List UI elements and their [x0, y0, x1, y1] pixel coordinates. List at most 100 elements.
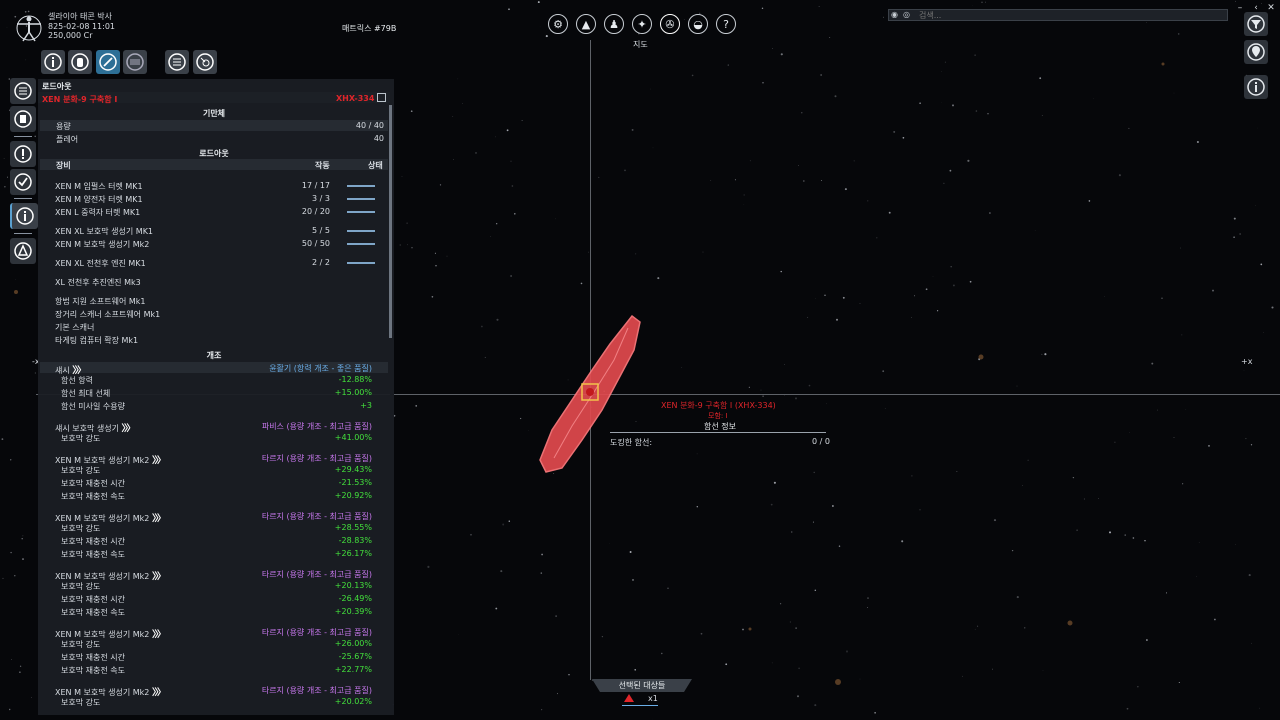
equipment-name: 타게팅 컴퓨터 확장 Mk1	[55, 336, 139, 345]
mod-stat-label: 보호막 강도	[61, 640, 101, 649]
axis-label-right: +x	[1241, 357, 1253, 366]
info-icon	[44, 53, 62, 71]
helmet-icon[interactable]: ◒	[688, 14, 708, 34]
filter-funnel-icon	[1247, 15, 1265, 33]
eye-icon[interactable]: ◉	[891, 10, 898, 19]
panel-scrollbar[interactable]	[389, 105, 392, 338]
row-stripe	[40, 159, 388, 170]
docked-label: 도킹한 함선:	[610, 438, 653, 447]
tab-list[interactable]	[165, 50, 189, 74]
gauge-icon	[196, 53, 214, 71]
mission-check-icon	[14, 173, 32, 191]
equipment-name: XEN XL 전천후 엔진 MK1	[55, 259, 146, 268]
info-button-right[interactable]	[1244, 75, 1268, 99]
mod-stat-label: 보호막 강도	[61, 434, 101, 443]
cargo-icon	[126, 53, 144, 71]
side-property-button[interactable]	[10, 106, 36, 132]
equipment-status-bar	[347, 185, 375, 187]
equipment-status-bar	[347, 211, 375, 213]
side-info-button[interactable]	[10, 203, 38, 229]
mod-type: 파비스 (용량 개조 - 최고급 품질)	[261, 422, 372, 431]
mod-stat-value: -28.83%	[338, 536, 372, 545]
equipment-count: 17 / 17	[301, 181, 330, 190]
ship-code: XHX-334	[336, 94, 375, 103]
mod-stat-label: 함선 최대 선체	[61, 389, 111, 398]
list-icon	[14, 82, 32, 100]
map-compass-icon[interactable]: ✇	[660, 14, 680, 34]
mod-stat-label: 보호막 강도	[61, 582, 101, 591]
equipment-count: 5 / 5	[312, 226, 330, 235]
mod-type: 윤활기 (항력 개조 - 좋은 품질)	[269, 364, 372, 373]
location-button[interactable]	[1244, 40, 1268, 64]
mod-stat-label: 보호막 재충전 시간	[61, 653, 125, 662]
mod-type: 타르지 (용량 개조 - 최고급 품질)	[261, 570, 372, 579]
mod-stat-label: 함선 미사일 수용량	[61, 402, 125, 411]
mod-stat-label: 함선 항력	[61, 376, 93, 385]
tab-loadout[interactable]	[96, 50, 120, 74]
map-ship-sub: 모함: I	[708, 412, 728, 420]
autopilot-icon	[14, 242, 32, 260]
hostile-ship-icon[interactable]	[624, 694, 634, 702]
mod-type: 타르지 (용량 개조 - 최고급 품질)	[261, 686, 372, 695]
equipment-count: 3 / 3	[312, 194, 330, 203]
equipment-name: XEN L 중력자 터렛 MK1	[55, 208, 141, 217]
side-divider	[14, 136, 32, 137]
filter-toggle-icon[interactable]: ◎	[903, 10, 910, 19]
mod-stat-label: 보호막 재충전 속도	[61, 666, 125, 675]
expand-icon[interactable]	[377, 93, 386, 102]
side-autopilot-button[interactable]	[10, 238, 36, 264]
mod-stat-value: +3	[360, 401, 372, 410]
selected-underline	[622, 705, 658, 706]
tab-crew[interactable]	[68, 50, 92, 74]
tab-cargo[interactable]	[123, 50, 147, 74]
mod-stat-label: 보호막 재충전 속도	[61, 550, 125, 559]
docked-value: 0 / 0	[812, 437, 830, 446]
wrench-icon	[99, 53, 117, 71]
pyramid-icon[interactable]: ▲	[576, 14, 596, 34]
mod-type: 타르지 (용량 개조 - 최고급 품질)	[261, 628, 372, 637]
mod-stat-label: 보호막 재충전 시간	[61, 595, 125, 604]
mod-stat-value: -26.49%	[338, 594, 372, 603]
side-alert-button[interactable]	[10, 141, 36, 167]
ship-xen-destroyer-icon[interactable]	[532, 310, 652, 480]
map-axis-horizontal	[394, 394, 1280, 395]
tab-info[interactable]	[41, 50, 65, 74]
row-stripe	[40, 120, 388, 131]
equipment-name: XEN XL 보호막 생성기 MK1	[55, 227, 154, 236]
mod-stat-value: +20.13%	[334, 581, 372, 590]
mod-stat-label: 보호막 강도	[61, 466, 101, 475]
mod-chevron-icon: 〉〉〉	[121, 424, 136, 434]
search-bar[interactable]: ◉ ◎	[888, 9, 1228, 21]
search-input[interactable]	[919, 10, 1219, 20]
help-icon[interactable]: ?	[716, 14, 736, 34]
person-icon[interactable]: ♟	[604, 14, 624, 34]
player-credits: 250,000 Cr	[48, 31, 93, 40]
mod-stat-value: +20.39%	[334, 607, 372, 616]
equipment-status-bar	[347, 243, 375, 245]
mod-stat-value: -25.67%	[338, 652, 372, 661]
walk-icon[interactable]: ✦	[632, 14, 652, 34]
close-button[interactable]: ✕	[1265, 3, 1277, 13]
active-menu-label: 지도	[633, 40, 648, 49]
selected-targets-tab[interactable]: 선택된 대상들	[592, 679, 692, 692]
minimize-button[interactable]: –	[1234, 3, 1246, 13]
equipment-name: XEN M 보호막 생성기 Mk2	[55, 240, 150, 249]
map-ship-label[interactable]: XEN 분화-9 구축함 I (XHX-334)	[661, 400, 776, 411]
side-object-list-button[interactable]	[10, 78, 36, 104]
filter-button[interactable]	[1244, 12, 1268, 36]
mod-stat-value: +20.02%	[334, 697, 372, 706]
equipment-name: XEN M 임펄스 터렛 MK1	[55, 182, 143, 191]
equipment-count: 20 / 20	[301, 207, 330, 216]
mod-stat-label: 보호막 강도	[61, 698, 101, 707]
side-divider	[14, 198, 32, 199]
alert-icon	[14, 145, 32, 163]
equipment-name: 기본 스캐너	[55, 323, 95, 332]
col-operational: 작동	[315, 161, 330, 170]
mod-type: 타르지 (용량 개조 - 최고급 품질)	[261, 454, 372, 463]
mod-stat-value: -12.88%	[338, 375, 372, 384]
hull-section-header: 기만체	[202, 109, 226, 118]
gear-icon[interactable]: ⚙	[548, 14, 568, 34]
mod-stat-value: -21.53%	[338, 478, 372, 487]
side-mission-button[interactable]	[10, 169, 36, 195]
tab-behaviour[interactable]	[193, 50, 217, 74]
